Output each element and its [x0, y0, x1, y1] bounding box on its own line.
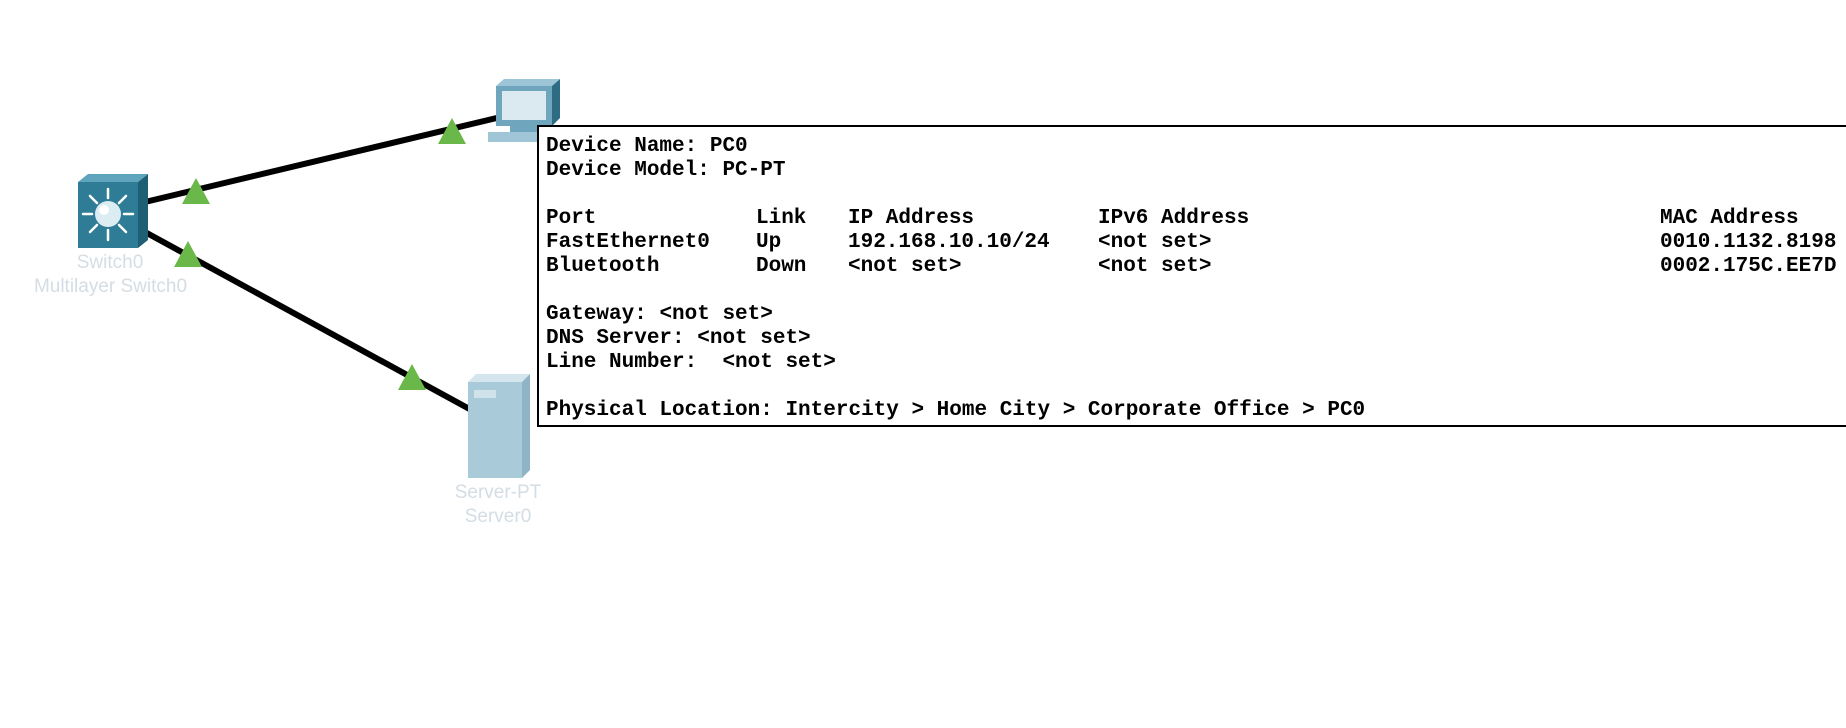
column-header-ip: IP Address — [848, 207, 975, 230]
gateway-line: Gateway: <not set> — [546, 303, 1846, 327]
dns-value: <not set> — [697, 327, 811, 350]
column-header-port: Port — [546, 207, 597, 230]
port-name: Bluetooth — [546, 255, 660, 278]
physical-location-line: Physical Location: Intercity > Home City… — [546, 399, 1846, 423]
port-ipv6-address: <not set> — [1098, 255, 1212, 278]
port-row: FastEthernet0 Up 192.168.10.10/24 <not set>… — [546, 231, 1846, 255]
gateway-label: Gateway: — [546, 303, 647, 326]
line-number-label: Line Number: — [546, 351, 710, 374]
dns-line: DNS Server: <not set> — [546, 327, 1846, 351]
device-name-value: PC0 — [709, 135, 748, 158]
switch-model-label: Multilayer Switch0 — [33, 276, 188, 297]
column-header-link: Link — [756, 207, 807, 230]
link-up-indicator — [398, 364, 426, 390]
port-name: FastEthernet0 — [546, 231, 710, 254]
dns-label: DNS Server: — [546, 327, 685, 350]
server-model-label: Server0 — [464, 506, 532, 527]
gateway-value: <not set> — [659, 303, 773, 326]
port-link-status: Up — [756, 231, 782, 254]
port-link-status: Down — [756, 255, 807, 278]
switch-label: Switch0 — [76, 252, 144, 273]
device-info-tooltip: Device Name: PC0 Device Model: PC-PT Port L… — [537, 125, 1846, 427]
port-ip-address: <not set> — [848, 255, 962, 278]
column-header-ipv6: IPv6 Address — [1098, 207, 1250, 230]
port-table-header: Port Link IP Address IPv6 Address MAC Addres… — [546, 207, 1846, 231]
port-ip-address: 192.168.10.10/24 — [848, 231, 1050, 254]
port-mac-address: 0010.1132.8198 — [1660, 231, 1837, 254]
device-model-line: Device Model: PC-PT — [546, 159, 1846, 183]
port-mac-address: 0002.175C.EE7D — [1660, 255, 1837, 278]
column-header-mac: MAC Address — [1660, 207, 1799, 230]
line-number-value: <not set> — [722, 351, 836, 374]
multilayer-switch-icon[interactable] — [78, 174, 148, 248]
physical-location-value: Intercity > Home City > Corporate Office… — [785, 399, 1366, 422]
port-row: Bluetooth Down <not set> <not set> 0002.175C… — [546, 255, 1846, 279]
server-icon[interactable] — [468, 374, 530, 478]
device-model-label: Device Model: — [546, 159, 710, 182]
link-up-indicator — [174, 241, 202, 267]
device-name-label: Device Name: — [546, 135, 698, 158]
device-model-value: PC-PT — [722, 159, 786, 182]
physical-location-label: Physical Location: — [546, 399, 773, 422]
port-ipv6-address: <not set> — [1098, 231, 1212, 254]
line-number-line: Line Number: <not set> — [546, 351, 1846, 375]
device-name-line: Device Name: PC0 — [546, 135, 1846, 159]
server-label: Server-PT — [454, 482, 542, 503]
